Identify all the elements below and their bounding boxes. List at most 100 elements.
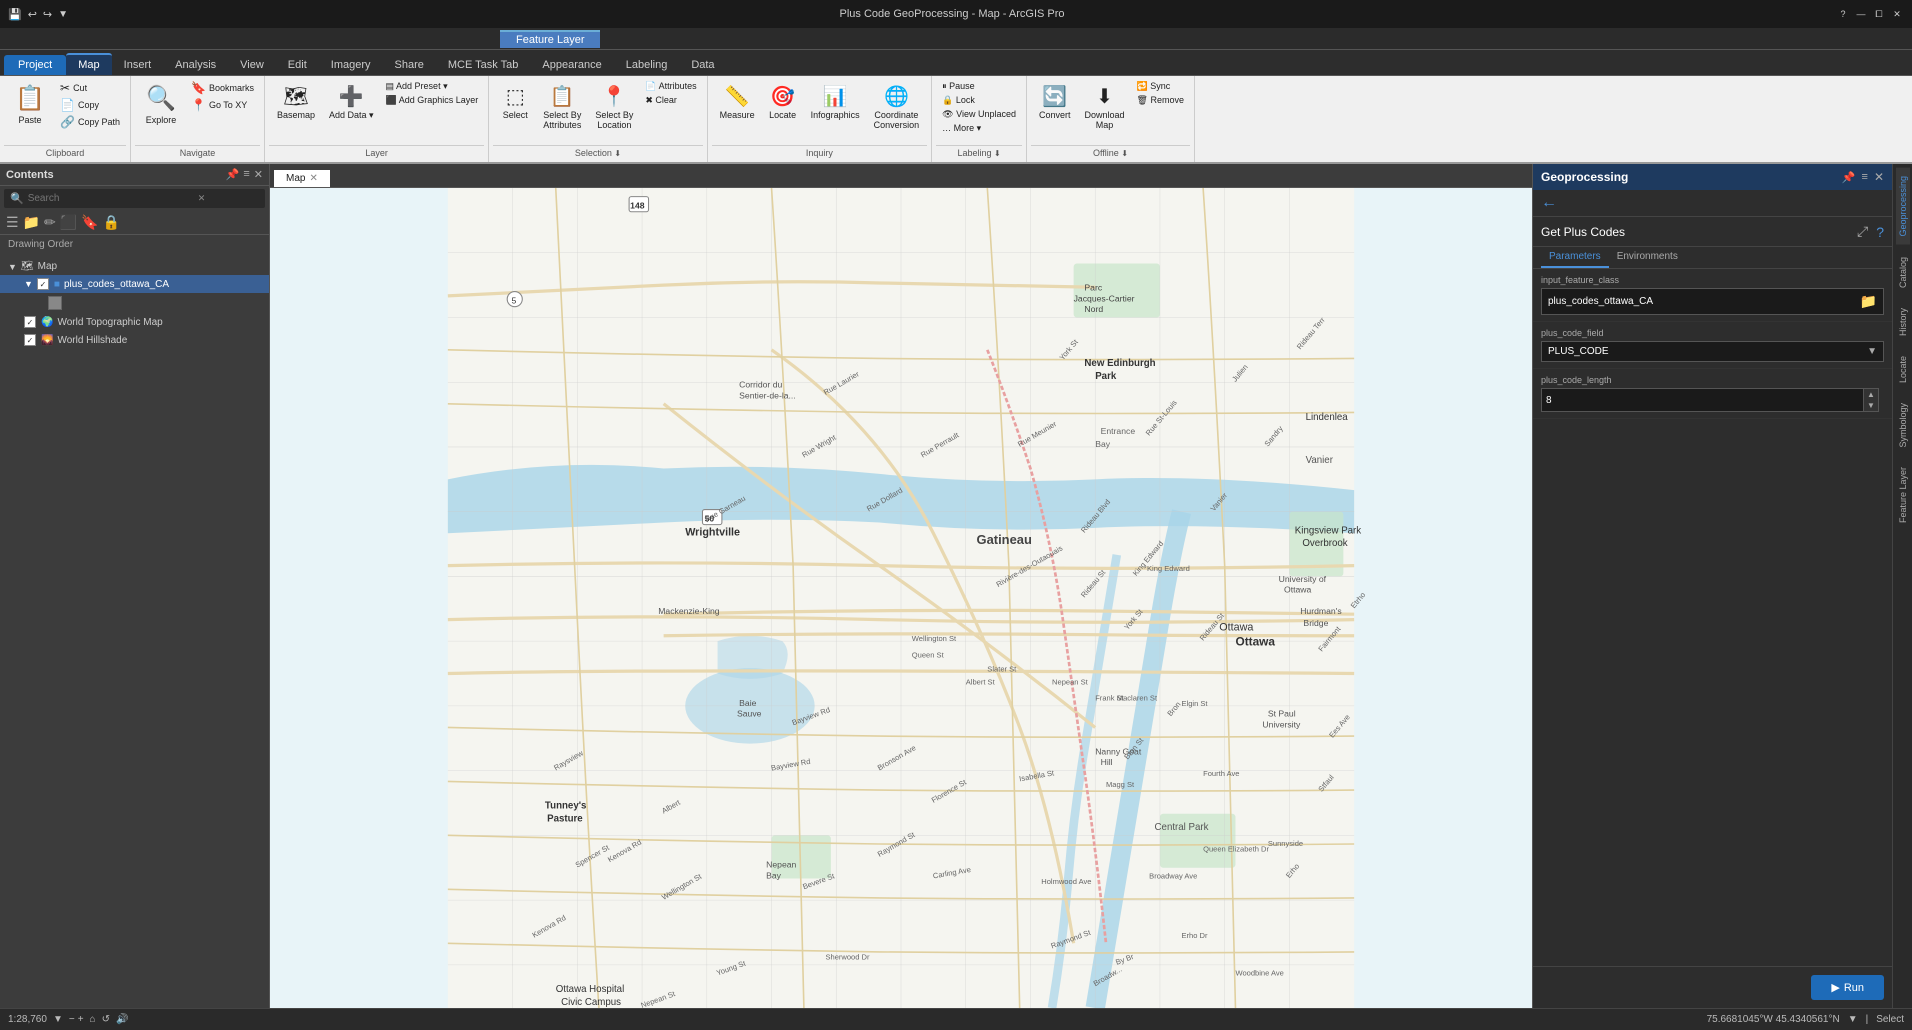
- scale-dropdown[interactable]: ▼: [53, 1014, 63, 1025]
- close-btn[interactable]: ✕: [1890, 7, 1904, 21]
- pause-button[interactable]: ⏸ Pause: [938, 80, 1020, 93]
- right-tab-symbology[interactable]: Symbology: [1896, 395, 1910, 456]
- search-input[interactable]: [28, 193, 198, 204]
- plus-code-length-input[interactable]: [1541, 388, 1864, 412]
- rotate-btn[interactable]: ↺: [102, 1014, 110, 1025]
- right-tab-history[interactable]: History: [1896, 300, 1910, 344]
- add-preset-button[interactable]: ▤ Add Preset ▾: [382, 80, 483, 93]
- save-icon[interactable]: 💾: [8, 8, 22, 21]
- world-hillshade-checkbox[interactable]: [24, 334, 36, 346]
- right-tab-geoprocessing[interactable]: Geoprocessing: [1896, 168, 1910, 245]
- folder-icon[interactable]: 📁: [1860, 293, 1877, 310]
- cut-button[interactable]: ✂ Cut: [56, 80, 124, 96]
- copy-button[interactable]: 📄 Copy: [56, 97, 124, 113]
- tab-project[interactable]: Project: [4, 55, 66, 75]
- geo-pin-icon[interactable]: 📌: [1842, 171, 1856, 184]
- layer-item-world-topo[interactable]: 🌍 World Topographic Map: [0, 313, 269, 331]
- map-tab-close[interactable]: ✕: [309, 173, 317, 184]
- tab-analysis[interactable]: Analysis: [163, 55, 228, 75]
- lock-layer-icon[interactable]: 🔒: [103, 214, 120, 231]
- infographics-button[interactable]: 📊 Infographics: [805, 80, 866, 125]
- tab-labeling[interactable]: Labeling: [614, 55, 680, 75]
- tab-view[interactable]: View: [228, 55, 276, 75]
- minimize-btn[interactable]: —: [1854, 7, 1868, 21]
- undo-icon[interactable]: ↩: [28, 8, 37, 21]
- more-icon[interactable]: ▼: [58, 9, 68, 20]
- geo-tab-parameters[interactable]: Parameters: [1541, 247, 1609, 268]
- list-by-source-icon[interactable]: 📁: [23, 214, 40, 231]
- view-unplaced-button[interactable]: 👁 View Unplaced: [938, 108, 1020, 121]
- map-view[interactable]: Parc Jacques-Cartier Nord New Edinburgh …: [270, 188, 1532, 1008]
- tab-insert[interactable]: Insert: [112, 55, 164, 75]
- tab-mce[interactable]: MCE Task Tab: [436, 55, 531, 75]
- right-tab-locate[interactable]: Locate: [1896, 348, 1910, 391]
- audio-btn[interactable]: 🔊: [116, 1014, 128, 1025]
- bookmark-icon[interactable]: 🔖: [81, 214, 98, 231]
- paste-button[interactable]: 📋 Paste: [6, 80, 54, 129]
- right-tab-feature-layer[interactable]: Feature Layer: [1896, 459, 1910, 531]
- geo-panel-title: Geoprocessing: [1541, 170, 1628, 184]
- basemap-button[interactable]: 🗺 Basemap: [271, 80, 321, 125]
- tab-data[interactable]: Data: [679, 55, 726, 75]
- download-map-button[interactable]: ⬇ DownloadMap: [1079, 80, 1131, 135]
- select-button[interactable]: ⬚ Select: [495, 80, 535, 125]
- convert-button[interactable]: 🔄 Convert: [1033, 80, 1077, 125]
- contents-pin-icon[interactable]: 📌: [226, 168, 240, 181]
- coord-dropdown[interactable]: ▼: [1848, 1014, 1858, 1025]
- lock-button[interactable]: 🔒 Lock: [938, 94, 1020, 107]
- clear-button[interactable]: ✖ Clear: [641, 94, 700, 107]
- map-tab-main[interactable]: Map ✕: [274, 170, 330, 187]
- go-to-xy-button[interactable]: 📍 Go To XY: [187, 97, 258, 113]
- tab-map[interactable]: Map: [66, 53, 111, 75]
- bookmarks-button[interactable]: 🔖 Bookmarks: [187, 80, 258, 96]
- filter-icon[interactable]: ⬛: [60, 214, 77, 231]
- spin-up-btn[interactable]: ▲: [1864, 389, 1878, 400]
- add-graphics-layer-button[interactable]: ⬛ Add Graphics Layer: [382, 94, 483, 107]
- contents-close-icon[interactable]: ✕: [254, 168, 263, 181]
- geo-expand-icon[interactable]: ⤢: [1857, 223, 1868, 240]
- geo-menu-icon[interactable]: ≡: [1862, 171, 1868, 183]
- redo-icon[interactable]: ↪: [43, 8, 52, 21]
- geo-close-icon[interactable]: ✕: [1874, 170, 1884, 184]
- contents-menu-icon[interactable]: ≡: [243, 168, 249, 181]
- geo-tab-environments[interactable]: Environments: [1609, 247, 1686, 268]
- svg-text:Pasture: Pasture: [547, 813, 583, 824]
- tab-share[interactable]: Share: [383, 55, 436, 75]
- dropdown-arrow[interactable]: ▼: [1867, 346, 1877, 357]
- locate-button[interactable]: 🎯 Locate: [763, 80, 803, 125]
- svg-text:Parc: Parc: [1084, 283, 1102, 293]
- more-labeling-button[interactable]: … More ▾: [938, 122, 1020, 135]
- sync-button[interactable]: 🔁 Sync: [1133, 80, 1188, 93]
- feature-layer-tab[interactable]: Feature Layer: [500, 30, 600, 48]
- add-data-button[interactable]: ➕ Add Data ▾: [323, 80, 380, 125]
- copy-path-button[interactable]: 🔗 Copy Path: [56, 114, 124, 130]
- home-btn[interactable]: ⌂: [90, 1014, 96, 1025]
- right-tab-catalog[interactable]: Catalog: [1896, 249, 1910, 296]
- layer-item-plus-codes[interactable]: ▼ ■ plus_codes_ottawa_CA: [0, 275, 269, 293]
- list-by-drawing-order-icon[interactable]: ☰: [6, 214, 19, 231]
- edit-icon[interactable]: ✏: [44, 214, 56, 231]
- layer-item-map[interactable]: ▼ 🗺 Map: [0, 258, 269, 275]
- select-by-attributes-button[interactable]: 📋 Select ByAttributes: [537, 80, 587, 135]
- search-clear-icon[interactable]: ✕: [198, 193, 206, 204]
- layer-item-world-hillshade[interactable]: 🌄 World Hillshade: [0, 331, 269, 349]
- run-button[interactable]: ▶ Run: [1811, 975, 1884, 1000]
- geo-back-icon[interactable]: ←: [1541, 194, 1557, 212]
- zoom-in-btn[interactable]: +: [78, 1014, 84, 1025]
- remove-button[interactable]: 🗑 Remove: [1133, 94, 1188, 107]
- coordinate-conversion-button[interactable]: 🌐 CoordinateConversion: [868, 80, 926, 135]
- help-btn[interactable]: ?: [1836, 7, 1850, 21]
- attributes-button[interactable]: 📄 Attributes: [641, 80, 700, 93]
- geo-help-icon[interactable]: ?: [1876, 224, 1884, 240]
- maximize-btn[interactable]: ⧠: [1872, 7, 1886, 21]
- explore-button[interactable]: 🔍 Explore: [137, 80, 185, 129]
- world-topo-checkbox[interactable]: [24, 316, 36, 328]
- tab-appearance[interactable]: Appearance: [530, 55, 613, 75]
- tab-edit[interactable]: Edit: [276, 55, 319, 75]
- zoom-out-btn[interactable]: −: [69, 1014, 75, 1025]
- plus-codes-checkbox[interactable]: [37, 278, 49, 290]
- tab-imagery[interactable]: Imagery: [319, 55, 383, 75]
- spin-down-btn[interactable]: ▼: [1864, 400, 1878, 411]
- select-by-location-button[interactable]: 📍 Select ByLocation: [589, 80, 639, 135]
- measure-button[interactable]: 📏 Measure: [714, 80, 761, 125]
